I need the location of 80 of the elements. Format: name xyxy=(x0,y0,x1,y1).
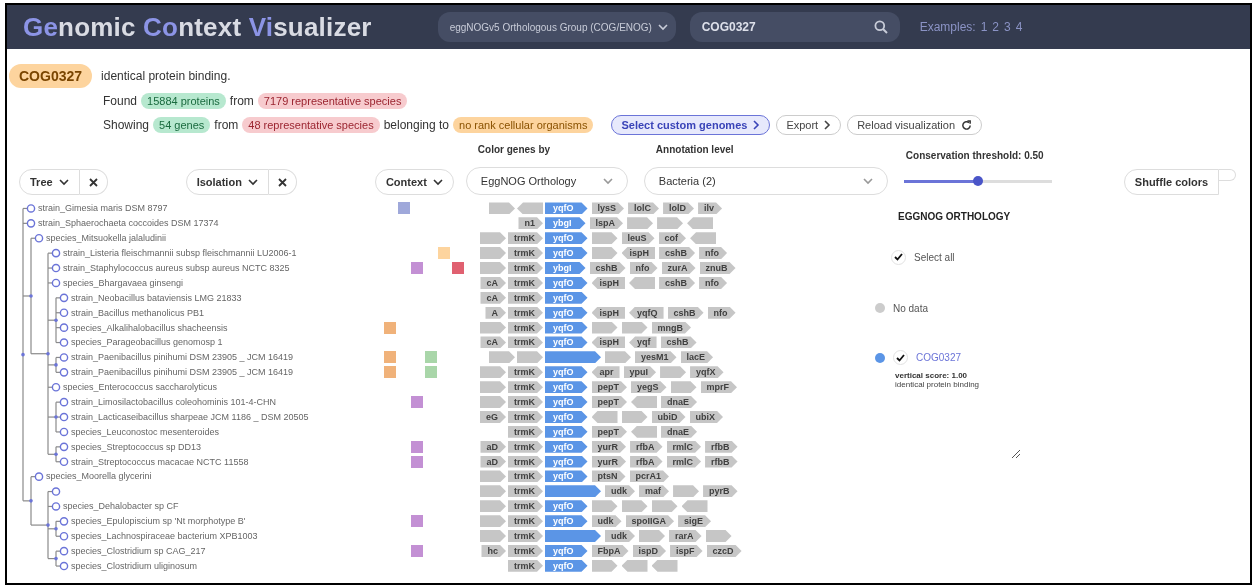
count-tag: 7179 representative species xyxy=(257,93,408,109)
legend-title: EGGNOG ORTHOLOGY xyxy=(898,211,1012,222)
legend-label: No data xyxy=(893,302,929,314)
app-title: Genomic Context Visualizer xyxy=(23,11,372,43)
example-link[interactable]: 3 xyxy=(1004,20,1011,34)
tree-label[interactable]: species_Parageobacillus genomosp 1 xyxy=(71,337,223,348)
dropdown-button[interactable]: Tree xyxy=(19,169,80,195)
example-link[interactable]: 4 xyxy=(1015,20,1023,34)
dropdown-button[interactable]: Context xyxy=(374,169,454,195)
chevron-right-icon xyxy=(824,120,832,130)
tree-label[interactable]: species_Leuconostoc mesenteroides xyxy=(71,426,220,437)
tree-label[interactable]: strain_Limosilactobacillus coleohominis 101-4-CHN xyxy=(71,397,277,407)
search-field[interactable]: COG0327 xyxy=(689,12,900,42)
tree-label[interactable]: species_Alkalihalobacillus shacheensis xyxy=(71,322,228,333)
description-text: identical protein binding. xyxy=(101,69,231,83)
tree-label[interactable]: species_Dehalobacter sp CF xyxy=(63,501,179,512)
count-tag: 54 genes xyxy=(153,117,211,133)
search-icon xyxy=(873,20,888,34)
summary-text: belonging to xyxy=(383,118,450,132)
chevron-down-icon xyxy=(58,178,69,186)
examples-label: Examples: xyxy=(919,20,976,34)
tree-label[interactable]: species_Lachnospiraceae bacterium XPB1003 xyxy=(71,531,258,542)
description-text: identical protein binding xyxy=(895,380,980,389)
chevron-down-icon xyxy=(657,23,668,31)
tree-label[interactable]: strain_Staphylococcus aureus subsp aureus NCTC 8325 xyxy=(63,263,290,273)
check-icon xyxy=(896,353,905,362)
control-label: Conservation threshold: 0.50 xyxy=(905,150,1045,161)
tree-label[interactable]: strain_Neobacillus bataviensis LMG 21833 xyxy=(71,292,242,303)
score-text: vertical score: 1.00 xyxy=(895,371,968,380)
source-dropdown[interactable]: eggNOGv5 Orthologous Group (COG/ENOG) xyxy=(437,12,676,42)
tree-label[interactable]: species_Mitsuokella jalaludinii xyxy=(46,233,167,244)
summary-text: from xyxy=(214,118,239,132)
select-field[interactable]: EggNOG Orthology xyxy=(465,167,628,195)
example-link[interactable]: 2 xyxy=(992,20,1000,34)
tree-label[interactable]: species_Clostridium uliginosum xyxy=(71,560,198,571)
close-icon xyxy=(88,177,98,187)
close-icon xyxy=(277,177,287,187)
reload-icon xyxy=(961,119,972,131)
tree-label[interactable]: species_Epulopiscium sp 'Nt morphotype B' xyxy=(71,516,246,527)
chevron-right-icon xyxy=(753,120,761,130)
checkbox[interactable] xyxy=(893,350,908,365)
example-link[interactable]: 1 xyxy=(980,20,988,34)
tree-label[interactable]: strain_Bacillus methanolicus PB1 xyxy=(71,307,205,318)
summary-text: Showing xyxy=(103,118,150,132)
tree-label[interactable]: species_Clostridium sp CAG_217 xyxy=(71,545,206,556)
tree-label[interactable]: species_Enterococcus saccharolyticus xyxy=(63,382,218,393)
tree-label[interactable]: strain_Paenibacillus pinihumi DSM 23905 _ JCM 16419 xyxy=(71,367,294,378)
legend-link[interactable]: COG0327 xyxy=(916,352,962,363)
export-button[interactable]: Export xyxy=(776,115,842,135)
shuffle-colors-button[interactable]: Shuffle colors xyxy=(1123,169,1220,195)
summary-text: from xyxy=(229,94,254,108)
count-tag: 48 representative species xyxy=(242,117,380,133)
control-label: Annotation level xyxy=(655,144,735,155)
tree-label[interactable]: strain_Lacticaseibacillus sharpeae JCM 1186 _ DSM 20505 xyxy=(71,411,309,422)
check-icon xyxy=(894,253,903,261)
tree-label[interactable]: strain_Gimesia maris DSM 8797 xyxy=(38,203,168,214)
resize-handle-icon xyxy=(1011,449,1021,459)
dropdown-button[interactable]: Isolation xyxy=(185,169,269,195)
count-tag: 15884 proteins xyxy=(141,93,226,109)
query-badge: COG0327 xyxy=(9,64,93,88)
tree-label[interactable]: species_Bhargavaea ginsengi xyxy=(63,277,184,288)
legend-label: Select all xyxy=(914,251,955,263)
select-genomes-button[interactable]: Select custom genomes xyxy=(611,115,771,135)
count-tag: no rank cellular organisms xyxy=(453,117,594,133)
chevron-down-icon xyxy=(602,177,613,185)
chevron-down-icon xyxy=(247,178,258,186)
chevron-down-icon xyxy=(432,178,443,186)
tree-label[interactable]: species_Streptococcus sp DD13 xyxy=(71,441,202,452)
tree-label[interactable]: strain_Streptococcus macacae NCTC 11558 xyxy=(71,456,249,467)
reload-button[interactable]: Reload visualization xyxy=(847,115,982,135)
tree-label[interactable]: strain_Paenibacillus pinihumi DSM 23905 _ JCM 16419 xyxy=(71,352,294,363)
slider-thumb[interactable] xyxy=(972,176,983,186)
tree-label[interactable]: strain_Listeria fleischmannii subsp fleischmannii LU2006-1 xyxy=(63,248,297,259)
chevron-down-icon xyxy=(862,177,873,185)
checkbox[interactable] xyxy=(891,249,906,265)
tree-label[interactable]: strain_Sphaerochaeta coccoides DSM 17374 xyxy=(38,218,219,229)
control-label: Color genes by xyxy=(477,144,552,155)
select-field[interactable]: Bacteria (2) xyxy=(643,167,888,195)
summary-text: Found xyxy=(103,94,138,108)
tree-label[interactable]: species_Moorella glycerini xyxy=(46,471,152,482)
